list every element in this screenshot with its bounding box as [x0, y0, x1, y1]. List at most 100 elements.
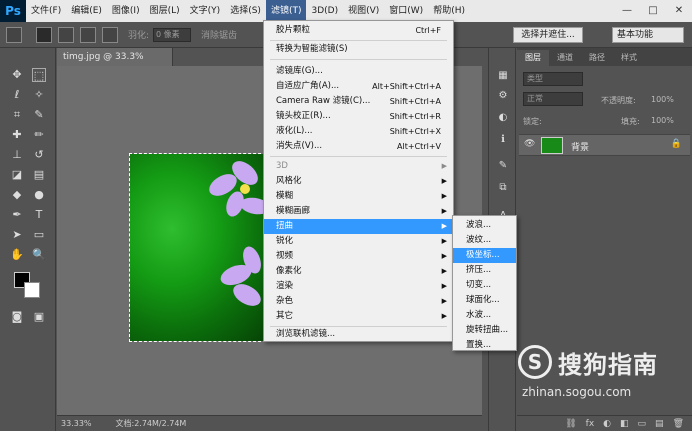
tab-channels[interactable]: 通道 — [549, 50, 581, 66]
noise-item[interactable]: 杂色 ▶ — [264, 294, 453, 309]
shape-tool-icon[interactable]: ▭ — [32, 228, 46, 242]
new-selection-icon[interactable] — [36, 26, 52, 43]
stamp-tool-icon[interactable]: ⊥ — [10, 148, 24, 162]
screen-mode-icon[interactable]: ▣ — [32, 310, 46, 324]
zoom-level[interactable]: 33.33% — [61, 419, 92, 428]
healing-tool-icon[interactable]: ✚ — [10, 128, 24, 142]
blur-tool-icon[interactable]: ◆ — [10, 188, 24, 202]
tab-layers[interactable]: 图层 — [517, 50, 549, 66]
zigzag-item[interactable]: 水波... — [453, 308, 516, 323]
eraser-tool-icon[interactable]: ◪ — [10, 168, 24, 182]
twirl-item[interactable]: 旋转扭曲... — [453, 323, 516, 338]
other-item[interactable]: 其它 ▶ — [264, 309, 453, 324]
brush-tool-icon[interactable]: ✏ — [32, 128, 46, 142]
tab-paths[interactable]: 路径 — [581, 50, 613, 66]
new-layer-icon[interactable]: ▤ — [655, 419, 664, 429]
delete-layer-icon[interactable]: 🗑 — [673, 419, 684, 429]
menu-select[interactable]: 选择(S) — [225, 0, 266, 22]
eye-icon[interactable]: 👁 — [524, 139, 535, 149]
hand-tool-icon[interactable]: ✋ — [10, 248, 24, 262]
minimize-button[interactable]: — — [614, 0, 640, 22]
adaptive-wide-angle-item[interactable]: 自适应广角(A)... Alt+Shift+Ctrl+A — [264, 79, 453, 94]
ripple-item[interactable]: 波纹... — [453, 233, 516, 248]
filter-gallery-item[interactable]: 滤镜库(G)... — [264, 64, 453, 79]
adjustments-panel-icon[interactable]: ◐ — [495, 110, 511, 126]
document-size[interactable]: 文档:2.74M/2.74M — [116, 418, 187, 429]
blur-item[interactable]: 模糊 ▶ — [264, 189, 453, 204]
path-selection-tool-icon[interactable]: ➤ — [10, 228, 24, 242]
layer-kind-filter[interactable]: 类型 — [523, 72, 583, 86]
brush-panel-icon[interactable]: ✎ — [495, 158, 511, 174]
quick-mask-icon[interactable]: ◙ — [10, 310, 24, 324]
magic-wand-tool-icon[interactable]: ✧ — [32, 88, 46, 102]
marquee-preset-icon[interactable] — [6, 26, 22, 43]
pen-tool-icon[interactable]: ✒ — [10, 208, 24, 222]
history-panel-icon[interactable]: ▦ — [495, 68, 511, 84]
polar-coordinates-item[interactable]: 极坐标... — [453, 248, 516, 263]
clone-source-panel-icon[interactable]: ⧉ — [495, 180, 511, 196]
antialias-label[interactable]: 消除锯齿 — [201, 28, 237, 41]
gradient-tool-icon[interactable]: ▤ — [32, 168, 46, 182]
opacity-value[interactable]: 100% — [651, 95, 674, 104]
workspace-select[interactable]: 基本功能 — [612, 27, 684, 43]
background-color-swatch[interactable] — [24, 282, 40, 298]
link-layers-icon[interactable]: ⛓ — [565, 419, 576, 429]
render-item[interactable]: 渲染 ▶ — [264, 279, 453, 294]
layer-name[interactable]: 背景 — [571, 140, 589, 153]
adjustment-layer-icon[interactable]: ◐ — [603, 419, 611, 429]
crop-tool-icon[interactable]: ⌗ — [10, 108, 24, 122]
close-button[interactable]: ✕ — [666, 0, 692, 22]
move-tool-icon[interactable]: ✥ — [10, 68, 24, 82]
fill-value[interactable]: 100% — [651, 116, 674, 125]
layer-mask-icon[interactable]: ◧ — [620, 419, 629, 429]
maximize-button[interactable]: □ — [640, 0, 666, 22]
menu-3d[interactable]: 3D(D) — [306, 0, 343, 22]
shear-item[interactable]: 切变... — [453, 278, 516, 293]
browse-filters-online-item[interactable]: 浏览联机滤镜... — [264, 327, 453, 342]
eyedropper-tool-icon[interactable]: ✎ — [32, 108, 46, 122]
properties-panel-icon[interactable]: ⚙ — [495, 88, 511, 104]
vanishing-point-item[interactable]: 消失点(V)... Alt+Ctrl+V — [264, 139, 453, 154]
lens-correction-item[interactable]: 镜头校正(R)... Shift+Ctrl+R — [264, 109, 453, 124]
displace-item[interactable]: 置换... — [453, 338, 516, 353]
history-brush-tool-icon[interactable]: ↺ — [32, 148, 46, 162]
menu-edit[interactable]: 编辑(E) — [66, 0, 107, 22]
video-item[interactable]: 视频 ▶ — [264, 249, 453, 264]
menu-window[interactable]: 窗口(W) — [384, 0, 428, 22]
lasso-tool-icon[interactable]: ℓ — [10, 88, 24, 102]
menu-type[interactable]: 文字(Y) — [185, 0, 226, 22]
document-tab[interactable]: timg.jpg @ 33.3%(RGB/8#) * × — [57, 48, 173, 80]
new-group-icon[interactable]: ▭ — [638, 419, 647, 429]
feather-input[interactable]: 0 像素 — [153, 27, 192, 42]
layer-row-background[interactable]: 👁 背景 🔒 — [519, 134, 690, 156]
document-image[interactable] — [129, 153, 271, 342]
type-tool-icon[interactable]: T — [32, 208, 46, 222]
camera-raw-item[interactable]: Camera Raw 滤镜(C)... Shift+Ctrl+A — [264, 94, 453, 109]
marquee-tool-icon[interactable]: ⬚ — [32, 68, 46, 82]
dodge-tool-icon[interactable]: ● — [32, 188, 46, 202]
zoom-tool-icon[interactable]: 🔍 — [32, 248, 46, 262]
subtract-selection-icon[interactable] — [80, 26, 96, 43]
filter-last-item[interactable]: 胶片颗粒 Ctrl+F — [264, 23, 453, 38]
distort-item[interactable]: 扭曲 ▶ — [264, 219, 453, 234]
menu-filter[interactable]: 滤镜(T) — [265, 0, 307, 22]
menu-file[interactable]: 文件(F) — [26, 0, 66, 22]
add-selection-icon[interactable] — [58, 26, 74, 43]
stylize-item[interactable]: 风格化 ▶ — [264, 174, 453, 189]
spherize-item[interactable]: 球面化... — [453, 293, 516, 308]
menu-layer[interactable]: 图层(L) — [145, 0, 185, 22]
blend-mode-select[interactable]: 正常 — [523, 92, 583, 106]
liquify-item[interactable]: 液化(L)... Shift+Ctrl+X — [264, 124, 453, 139]
blur-gallery-item[interactable]: 模糊画廊 ▶ — [264, 204, 453, 219]
menu-view[interactable]: 视图(V) — [343, 0, 384, 22]
convert-smart-filter-item[interactable]: 转换为智能滤镜(S) — [264, 42, 453, 57]
wave-item[interactable]: 波浪... — [453, 218, 516, 233]
sharpen-item[interactable]: 锐化 ▶ — [264, 234, 453, 249]
intersect-selection-icon[interactable] — [102, 26, 118, 43]
select-and-mask-button[interactable]: 选择并遮住... — [513, 27, 583, 43]
pinch-item[interactable]: 挤压... — [453, 263, 516, 278]
menu-image[interactable]: 图像(I) — [107, 0, 145, 22]
info-panel-icon[interactable]: ℹ — [495, 132, 511, 148]
layer-style-icon[interactable]: fx — [586, 419, 595, 429]
tab-styles[interactable]: 样式 — [613, 50, 645, 66]
